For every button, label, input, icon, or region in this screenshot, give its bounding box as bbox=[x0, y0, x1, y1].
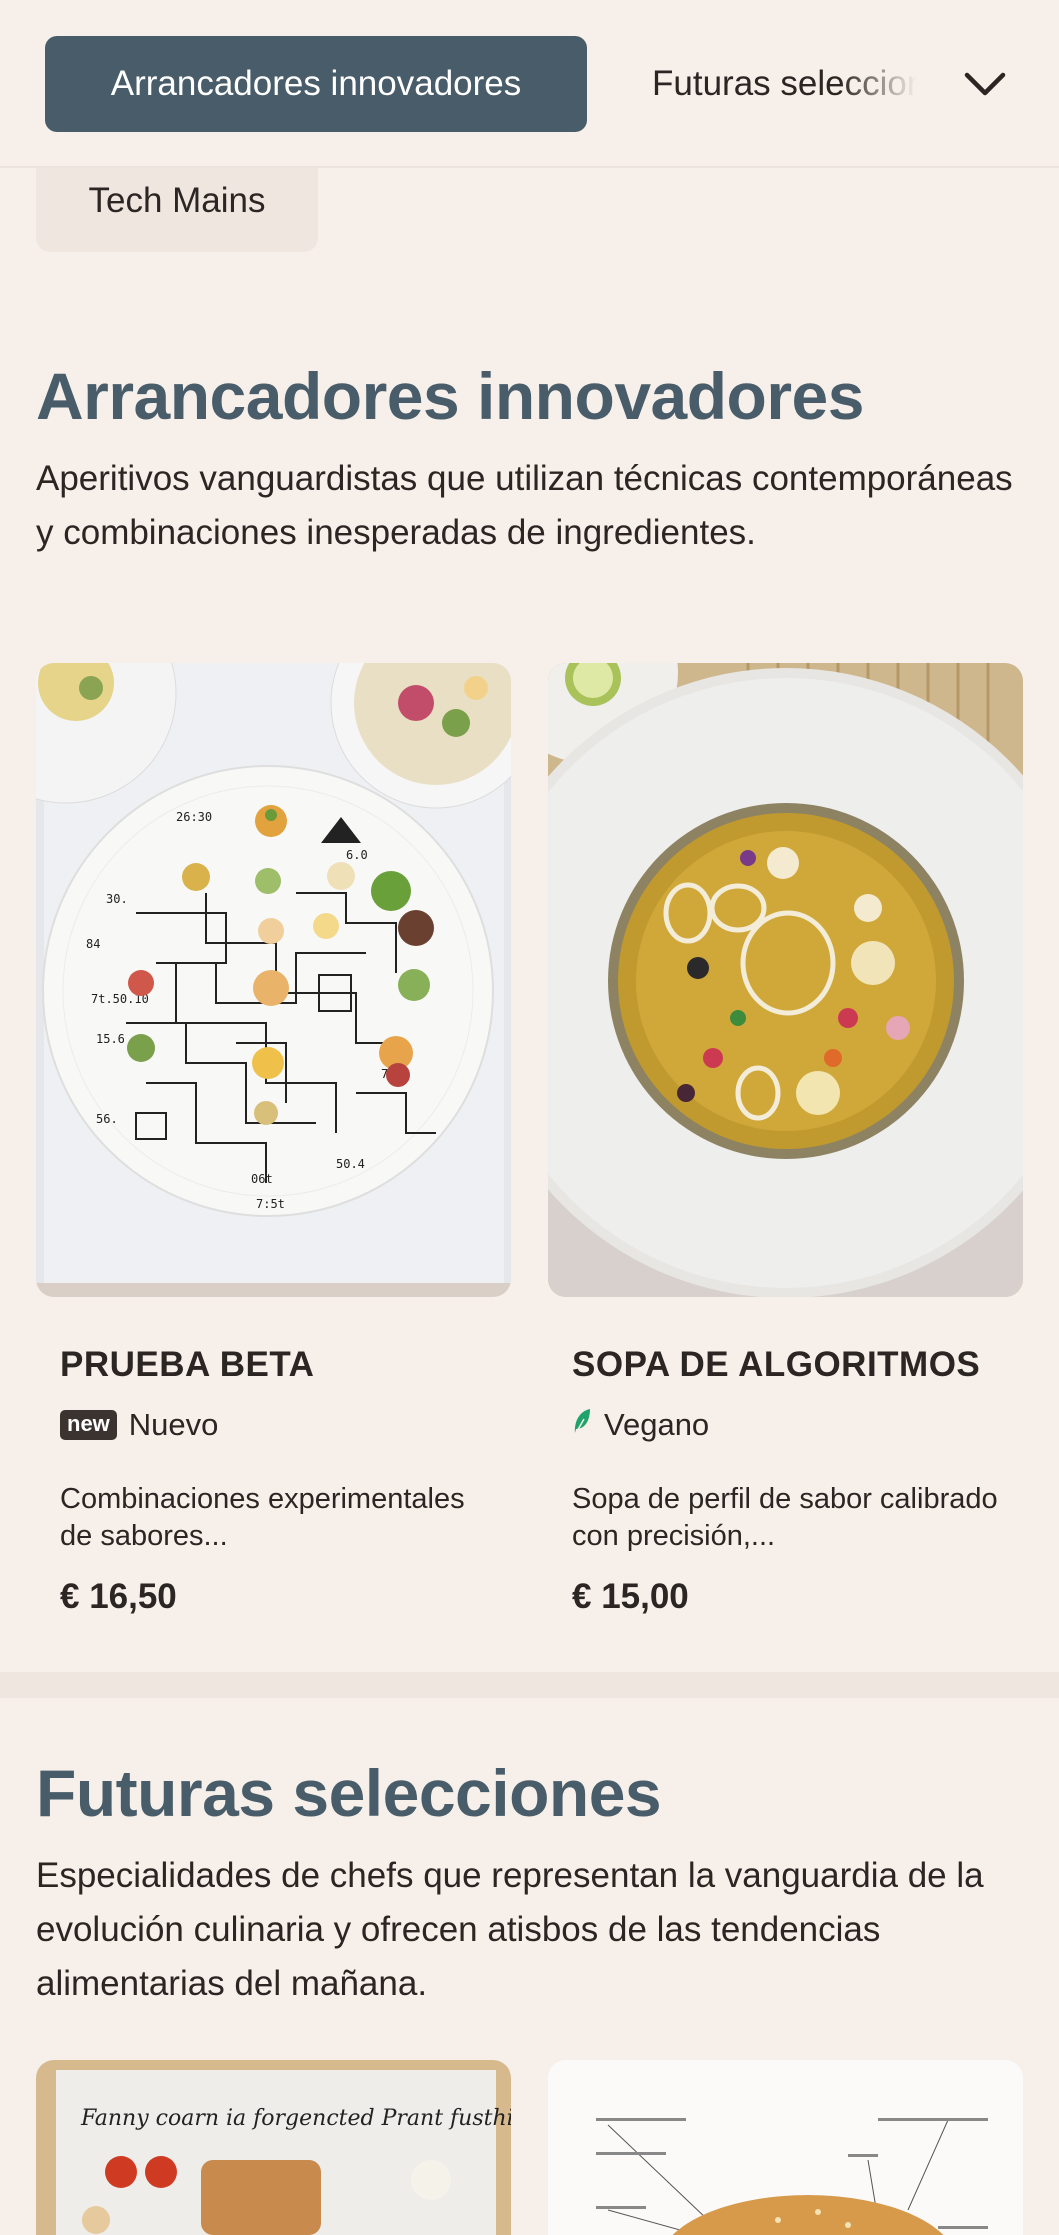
svg-text:15.6: 15.6 bbox=[96, 1032, 125, 1046]
item-tag: Vegano bbox=[572, 1407, 709, 1443]
item-tag-label: Vegano bbox=[604, 1407, 710, 1442]
item-tag: new Nuevo bbox=[60, 1407, 218, 1443]
dish-image bbox=[548, 663, 1023, 1297]
section-divider bbox=[0, 1672, 1059, 1698]
section-title-starters: Arrancadores innovadores bbox=[36, 359, 864, 433]
section-description-future: Especialidades de chefs que representan … bbox=[36, 1856, 984, 2003]
item-name: PRUEBA BETA bbox=[60, 1345, 315, 1384]
item-tag-label: Nuevo bbox=[128, 1407, 219, 1442]
chevron-down-icon[interactable] bbox=[958, 58, 1012, 112]
svg-text:06t: 06t bbox=[251, 1172, 273, 1186]
item-name: SOPA DE ALGORITMOS bbox=[572, 1345, 981, 1384]
item-price: € 16,50 bbox=[60, 1577, 177, 1616]
menu-item-card[interactable]: SOPA DE ALGORITMOS Vegano Sopa de perfil… bbox=[548, 663, 1023, 1623]
dish-image: Fanny coarn ia forgencted Prant fusthing bbox=[36, 2060, 511, 2235]
svg-text:50.4: 50.4 bbox=[336, 1157, 365, 1171]
leaf-icon bbox=[572, 1407, 592, 1443]
menu-item-card[interactable]: Fanny coarn ia forgencted Prant fusthing bbox=[36, 2060, 511, 2235]
svg-text:30.: 30. bbox=[106, 892, 128, 906]
svg-text:7:5t: 7:5t bbox=[256, 1197, 285, 1211]
item-description: Combinaciones experimentales de sabores.… bbox=[60, 1483, 465, 1552]
menu-item-card[interactable]: 26:306.0 30.84 7t.50.1015.6 6.2t56. 06t5… bbox=[36, 663, 511, 1623]
section-title-future: Futuras selecciones bbox=[36, 1756, 662, 1830]
dish-image bbox=[548, 2060, 1023, 2235]
image-caption: Fanny coarn ia forgencted Prant fusthing bbox=[80, 2106, 511, 2131]
category-nav: Arrancadores innovadores Futuras selecci… bbox=[0, 0, 1059, 168]
svg-text:84: 84 bbox=[86, 937, 100, 951]
svg-text:6.0: 6.0 bbox=[346, 848, 368, 862]
section-description-starters: Aperitivos vanguardistas que utilizan té… bbox=[36, 459, 1013, 552]
category-scroll-fade bbox=[840, 36, 950, 132]
category-tab-active[interactable]: Arrancadores innovadores bbox=[45, 36, 587, 132]
menu-item-card[interactable] bbox=[548, 2060, 1023, 2235]
dish-image: 26:306.0 30.84 7t.50.1015.6 6.2t56. 06t5… bbox=[36, 663, 511, 1297]
new-badge: new bbox=[60, 1410, 117, 1440]
item-description: Sopa de perfil de sabor calibrado con pr… bbox=[572, 1483, 998, 1552]
item-price: € 15,00 bbox=[572, 1577, 689, 1616]
svg-text:26:30: 26:30 bbox=[176, 810, 212, 824]
svg-text:56.: 56. bbox=[96, 1112, 118, 1126]
